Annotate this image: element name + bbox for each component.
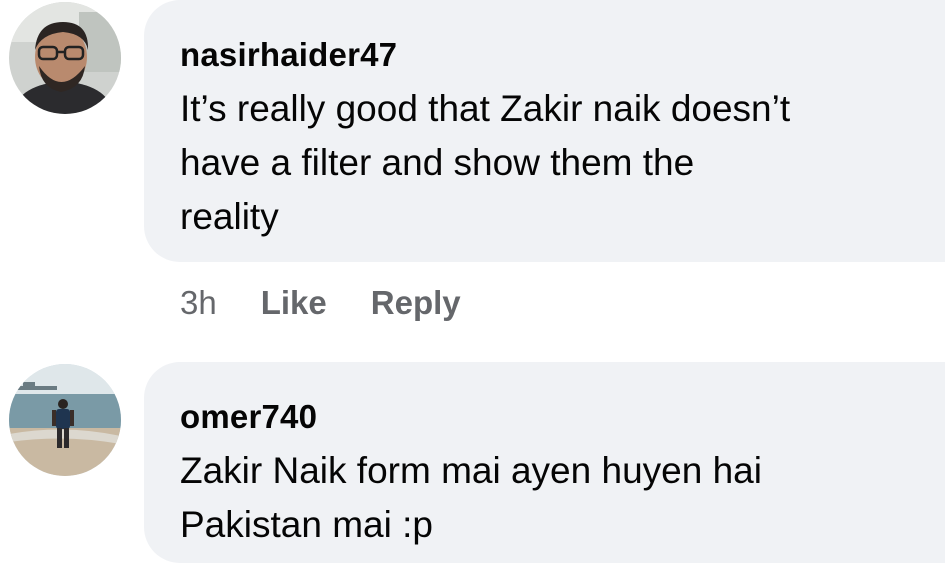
like-button[interactable]: Like <box>261 284 327 322</box>
comment-username[interactable]: nasirhaider47 <box>180 36 397 74</box>
reply-button[interactable]: Reply <box>371 284 461 322</box>
comment-bubble: omer740 Zakir Naik form mai ayen huyen h… <box>144 362 945 563</box>
comment-text: Zakir Naik form mai ayen huyen hai Pakis… <box>180 450 762 545</box>
comment-bubble: nasirhaider47 It’s really good that Zaki… <box>144 0 945 262</box>
comment-text: It’s really good that Zakir naik doesn’t… <box>180 88 791 237</box>
comment-username[interactable]: omer740 <box>180 398 317 436</box>
avatar[interactable] <box>9 2 121 114</box>
comment-timestamp[interactable]: 3h <box>180 284 217 322</box>
comment-actions: 3h Like Reply <box>180 284 461 322</box>
user-photo-icon <box>9 2 121 114</box>
avatar[interactable] <box>9 364 121 476</box>
comment-1: nasirhaider47 It’s really good that Zaki… <box>0 0 945 340</box>
user-photo-icon <box>9 364 121 476</box>
comment-2: omer740 Zakir Naik form mai ayen huyen h… <box>0 362 945 563</box>
